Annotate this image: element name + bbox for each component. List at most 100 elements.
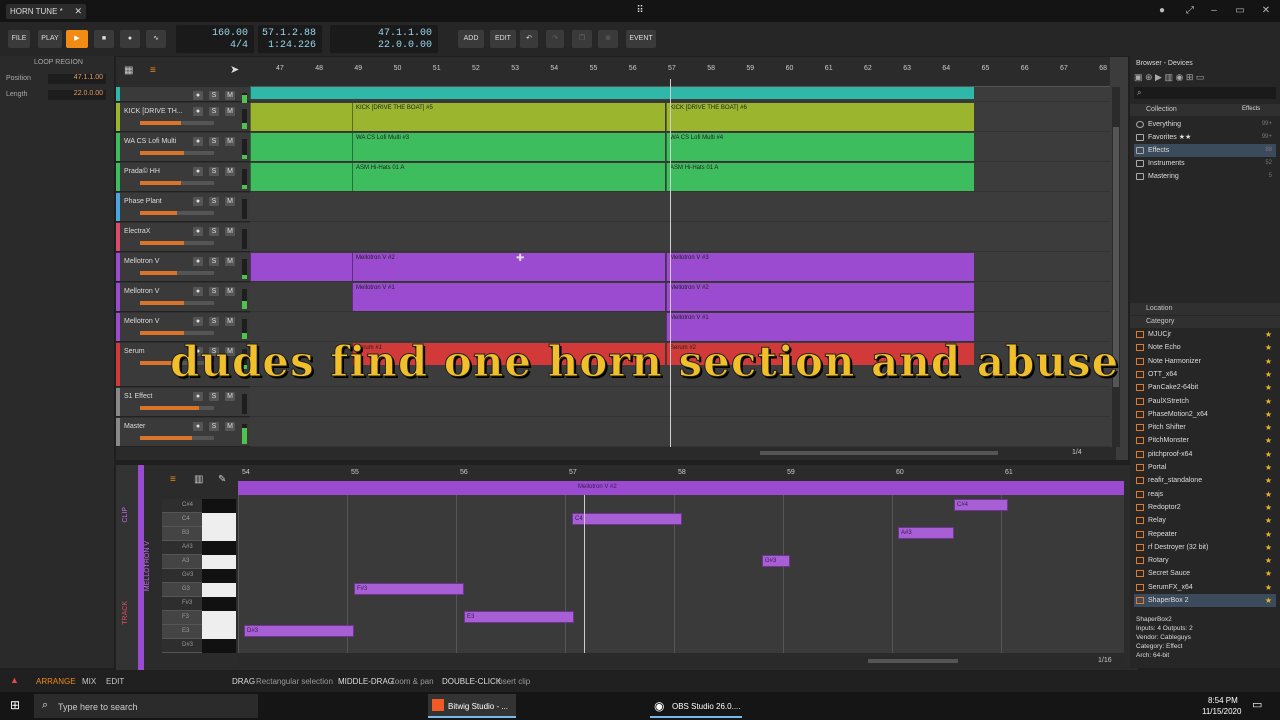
device-item[interactable]: ShaperBox 2 ★ [1134, 594, 1276, 607]
automation-icon[interactable]: ∿ [146, 30, 166, 48]
alert-icon[interactable]: ▲ [10, 675, 19, 685]
clip[interactable]: KICK [DRIVE THE BOAT] #5 [352, 103, 665, 131]
device-item[interactable]: rf Destroyer (32 bit) ★ [1134, 541, 1276, 554]
note-grid[interactable]: 54 55 56 57 58 59 60 61 Mellotron V #2 C#4 C4 A#3 G#… [238, 465, 1124, 653]
favorite-star-icon[interactable]: ★ [1265, 368, 1272, 381]
obs-task[interactable]: ◉ OBS Studio 26.0.... [650, 694, 742, 718]
device-item[interactable]: SerumFX_x64 ★ [1134, 581, 1276, 594]
favorite-star-icon[interactable]: ★ [1265, 528, 1272, 541]
clip[interactable] [250, 87, 974, 99]
track-lane[interactable] [250, 388, 1110, 417]
browser-search[interactable]: ⌕ [1134, 87, 1276, 99]
detail-list-icon[interactable]: ≡ [170, 474, 176, 485]
midi-note[interactable]: C4 [572, 513, 682, 525]
device-item[interactable]: PanCake2-64bit ★ [1134, 381, 1276, 394]
device-item[interactable]: reafir_standalone ★ [1134, 474, 1276, 487]
piano-key[interactable]: G3 [162, 583, 236, 597]
grid-icon[interactable]: ▦ [124, 65, 133, 76]
piano-roll-icon[interactable]: ▥ [194, 474, 203, 485]
favorite-star-icon[interactable]: ★ [1265, 541, 1272, 554]
device-item[interactable]: Note Harmonizer ★ [1134, 355, 1276, 368]
record-icon[interactable]: ● [120, 30, 140, 48]
favorite-star-icon[interactable]: ★ [1265, 554, 1272, 567]
category-header[interactable]: Category [1130, 316, 1280, 328]
piano-key[interactable]: B3 [162, 527, 236, 541]
length-field[interactable]: 22.0.0.00 [48, 90, 106, 100]
favorite-star-icon[interactable]: ★ [1265, 421, 1272, 434]
close-tab-icon[interactable]: ✕ [74, 6, 82, 17]
play-icon[interactable]: ▶ [66, 30, 88, 48]
play-menu-button[interactable]: PLAY [38, 30, 62, 48]
close-window-icon[interactable]: ✕ [1258, 3, 1274, 19]
copy-icon[interactable]: ❐ [572, 30, 592, 48]
favorite-star-icon[interactable]: ★ [1265, 461, 1272, 474]
loop-start[interactable]: 47.1.1.00 [378, 28, 432, 39]
tempo-value[interactable]: 160.00 [212, 28, 248, 39]
piano-key[interactable]: F#3 [162, 597, 236, 611]
file-button[interactable]: FILE [8, 30, 30, 48]
device-item[interactable]: Portal ★ [1134, 461, 1276, 474]
favorite-star-icon[interactable]: ★ [1265, 514, 1272, 527]
detail-scrollbar[interactable] [868, 659, 958, 663]
midi-note[interactable]: A#3 [898, 527, 954, 539]
favorite-star-icon[interactable]: ★ [1265, 341, 1272, 354]
collection-item[interactable]: Everything 99+ [1134, 118, 1276, 131]
clip[interactable]: WA CS Lofi Multi #4 [666, 133, 974, 161]
loop-display[interactable]: 47.1.1.00 22.0.0.00 [330, 25, 438, 53]
arrange-zoom[interactable]: 1/4 [1072, 449, 1082, 456]
clip[interactable]: ASM Hi-Hats 01 A [352, 163, 665, 191]
device-item[interactable]: Repeater ★ [1134, 528, 1276, 541]
favorite-star-icon[interactable]: ★ [1265, 381, 1272, 394]
loop-bar[interactable] [250, 79, 1110, 87]
arrange-tab[interactable]: ARRANGE [36, 677, 76, 686]
event-button[interactable]: EVENT [626, 30, 656, 48]
collection-item[interactable]: Mastering 5 [1134, 170, 1276, 183]
favorite-star-icon[interactable]: ★ [1265, 448, 1272, 461]
device-item[interactable]: MJUCjr ★ [1134, 328, 1276, 341]
clip[interactable]: ASM Hi-Hats 01 A [666, 163, 974, 191]
detail-clip-bar[interactable]: Mellotron V #2 [238, 481, 1124, 495]
vertical-scrollbar[interactable] [1112, 87, 1120, 447]
favorite-star-icon[interactable]: ★ [1265, 594, 1272, 607]
mix-tab[interactable]: MIX [82, 677, 96, 686]
clip[interactable] [250, 133, 352, 161]
clip-lanes[interactable]: KICK [DRIVE THE BOAT] #5 KICK [DRIVE THE … [116, 87, 1116, 450]
device-item[interactable]: PaulXStretch ★ [1134, 395, 1276, 408]
midi-note[interactable]: E3 [464, 611, 574, 623]
favorite-star-icon[interactable]: ★ [1265, 474, 1272, 487]
device-item[interactable]: Pitch Shifter ★ [1134, 421, 1276, 434]
device-item[interactable]: Redoptor2 ★ [1134, 501, 1276, 514]
arrange-ruler[interactable]: 47 48 49 50 51 52 53 54 55 56 57 58 59 60 61 62 63 64 65 66… [250, 57, 1110, 79]
piano-key[interactable]: F3 [162, 611, 236, 625]
collection-item[interactable]: Effects 88 [1134, 144, 1276, 157]
grid-menu-icon[interactable]: ⠿ [632, 3, 648, 19]
device-item[interactable]: PhaseMotion2_x64 ★ [1134, 408, 1276, 421]
undo-icon[interactable]: ↶ [520, 30, 538, 48]
midi-note[interactable]: C#4 [954, 499, 1008, 511]
add-button[interactable]: ADD [458, 30, 484, 48]
clip[interactable]: Mellotron V #2 [666, 283, 974, 311]
clip[interactable]: Mellotron V #1 [352, 283, 665, 311]
favorite-star-icon[interactable]: ★ [1265, 581, 1272, 594]
restore-icon[interactable]: ⤢ [1182, 3, 1198, 19]
device-item[interactable]: reajs ★ [1134, 488, 1276, 501]
favorite-star-icon[interactable]: ★ [1265, 567, 1272, 580]
clip[interactable]: Mellotron V #3 [666, 253, 974, 281]
piano-key[interactable]: C4 [162, 513, 236, 527]
taskbar-search[interactable]: ⌕ Type here to search [34, 694, 258, 718]
favorite-star-icon[interactable]: ★ [1265, 501, 1272, 514]
detail-zoom[interactable]: 1/16 [1098, 657, 1112, 664]
piano-key[interactable]: D#3 [162, 639, 236, 653]
clip[interactable]: KICK [DRIVE THE BOAT] #6 [666, 103, 974, 131]
device-item[interactable]: Note Echo ★ [1134, 341, 1276, 354]
delete-icon[interactable]: ⊗ [598, 30, 618, 48]
device-item[interactable]: Rotary ★ [1134, 554, 1276, 567]
piano-key[interactable]: A#3 [162, 541, 236, 555]
tempo-display[interactable]: 160.00 4/4 [176, 25, 254, 53]
filter-chip[interactable]: Effects [1242, 106, 1260, 112]
favorite-star-icon[interactable]: ★ [1265, 434, 1272, 447]
detail-editor[interactable]: CLIP MELLOTRON V TRACK ≡ ▥ ✎ C#4 C4 B3 A#3 A… [116, 465, 1138, 670]
favorite-star-icon[interactable]: ★ [1265, 408, 1272, 421]
loop-length[interactable]: 22.0.0.00 [378, 40, 432, 51]
stop-icon[interactable]: ■ [94, 30, 114, 48]
